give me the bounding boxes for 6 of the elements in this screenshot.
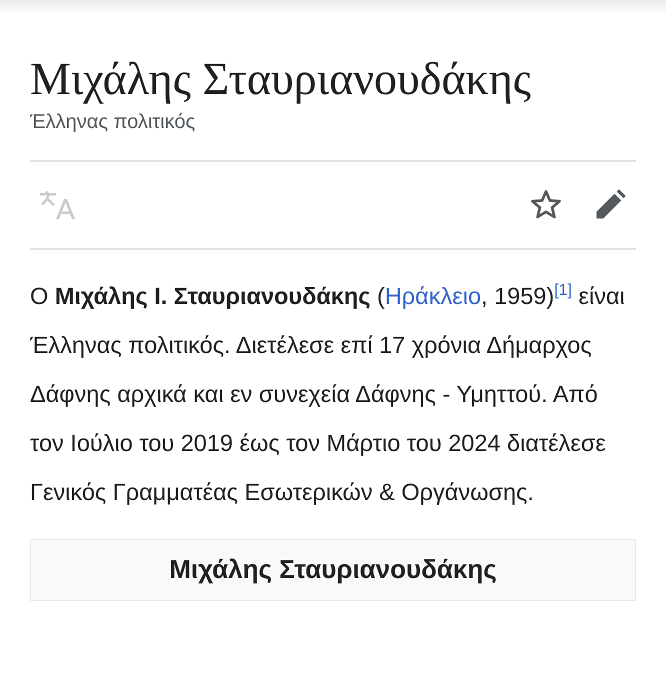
- infobox-title: Μιχάλης Σταυριανουδάκης: [169, 554, 497, 586]
- reference-link[interactable]: [1]: [554, 282, 572, 299]
- place-link[interactable]: Ηράκλειο: [384, 282, 482, 309]
- intro-paragraph: Ο Μιχάλης Ι. Σταυριανουδάκης (Ηράκλειο, 1959)$^{[1]}$ είναι Έλληνας πολιτικός. Διετέλεσε επί 17 χρόνια Δήμαρχος Δάφνης αρχικά και εν συνεχεία Δάφνης - Υμηττού. Από τον Ιούλιο του 2019 έως τον Μάρτιο του 2024 διατέλεσε Γενικός Γραμματέας Εσωτερικών & Οργάνωσης.: [30, 280, 626, 507]
- page-description: Έλληνας πολιτικός: [30, 110, 196, 134]
- page-title: Μιχάλης Σταυριανουδάκης: [30, 54, 532, 105]
